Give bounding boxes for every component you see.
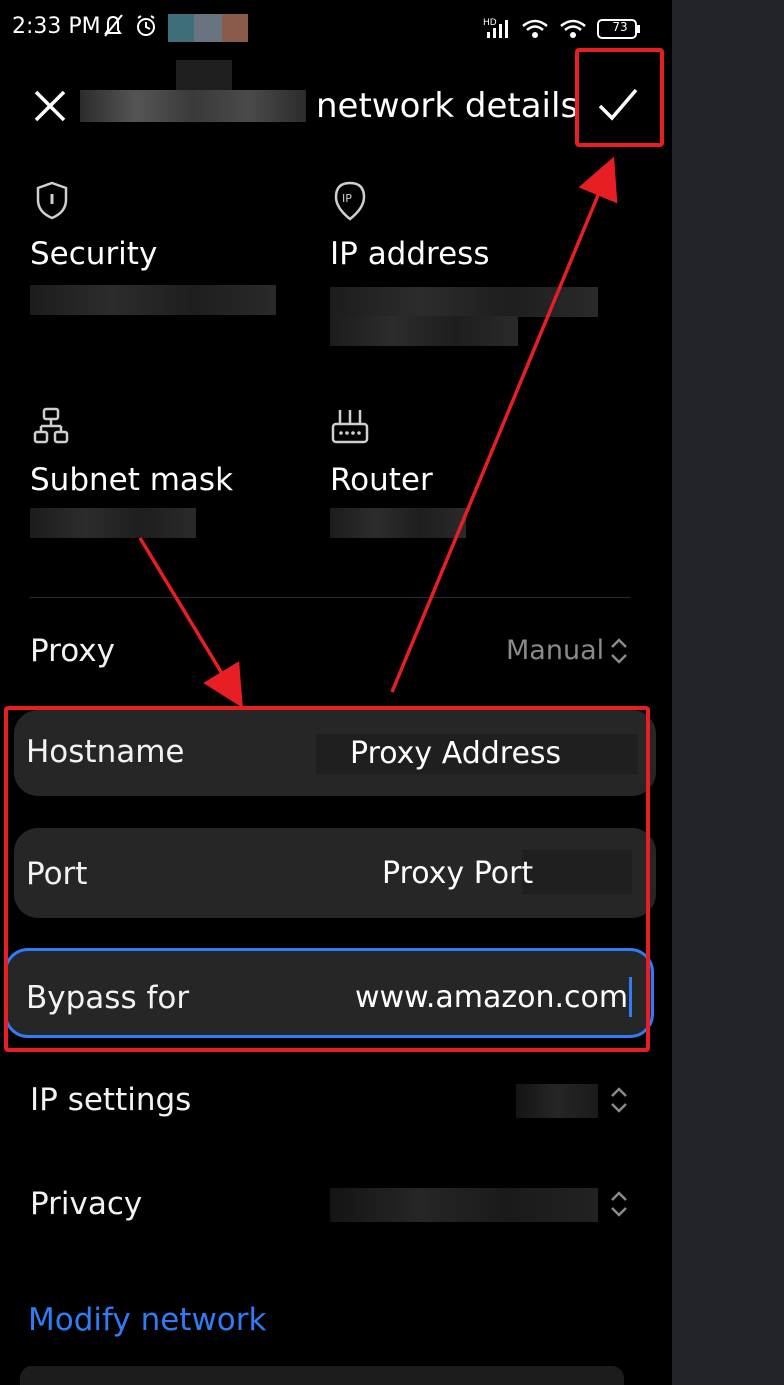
annotation-arrows <box>138 156 618 708</box>
arrow-to-confirm <box>390 156 618 693</box>
arrow-to-fields <box>138 537 243 708</box>
phone-screen: 2:33 PM HD 73 network details Security I… <box>0 0 672 1385</box>
background-panel <box>672 0 784 1385</box>
